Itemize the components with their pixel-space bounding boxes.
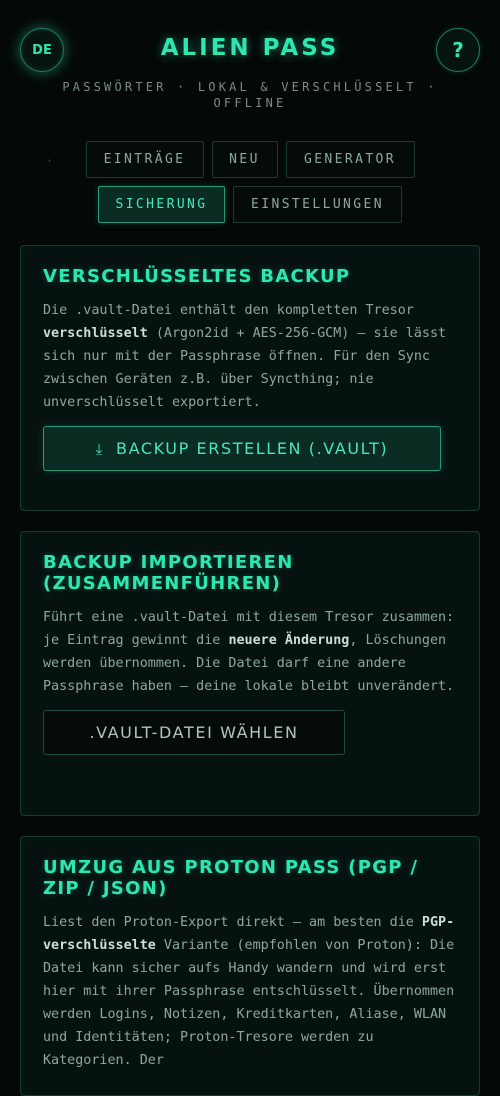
import-card-title: Backup importieren (zusammenführen) — [43, 552, 294, 594]
import-card-description: Führt eine .vault-Datei mit diesem Treso… — [43, 610, 455, 694]
app-subtitle: PASSWÖRTER · LOKAL & VERSCHLÜSSELT · OFF… — [62, 80, 438, 110]
nav-row-1: · EINTRÄGE NEU GENERATOR — [0, 141, 500, 178]
app-title: ALIEN PASS — [160, 35, 340, 61]
help-button[interactable]: ? — [436, 28, 480, 72]
tab-entries[interactable]: EINTRÄGE — [85, 141, 204, 178]
create-backup-label: Backup erstellen (.vault) — [116, 439, 389, 458]
download-icon: ⤓ — [95, 439, 104, 458]
proton-import-card: Umzug aus Proton Pass (PGP / ZIP / JSON)… — [20, 836, 480, 1096]
tab-backup[interactable]: SICHERUNG — [98, 186, 225, 223]
backup-card-title: Verschlüsseltes Backup — [43, 266, 351, 287]
backup-card-description: Die .vault-Datei enthält den kompletten … — [43, 303, 447, 410]
tab-settings[interactable]: EINSTELLUNGEN — [233, 186, 402, 223]
choose-vault-file-button[interactable]: .vault-Datei wählen — [43, 710, 345, 755]
import-card: Backup importieren (zusammenführen) Führ… — [20, 531, 480, 816]
main-nav: · EINTRÄGE NEU GENERATOR SICHERUNG EINST… — [0, 141, 500, 231]
backup-card: Verschlüsseltes Backup Die .vault-Datei … — [20, 245, 480, 511]
app-header: DE ALIEN PASS ? PASSWÖRTER · LOKAL & VER… — [0, 0, 500, 130]
proton-card-description: Liest den Proton-Export direkt — am best… — [43, 915, 455, 1068]
nav-row-2: SICHERUNG EINSTELLUNGEN — [0, 186, 500, 223]
create-backup-button[interactable]: ⤓ Backup erstellen (.vault) — [43, 426, 441, 471]
tab-generator[interactable]: GENERATOR — [285, 141, 415, 178]
tab-new[interactable]: NEU — [211, 141, 278, 178]
proton-card-title: Umzug aus Proton Pass (PGP / ZIP / JSON) — [43, 857, 419, 899]
nav-separator: · — [46, 154, 54, 168]
